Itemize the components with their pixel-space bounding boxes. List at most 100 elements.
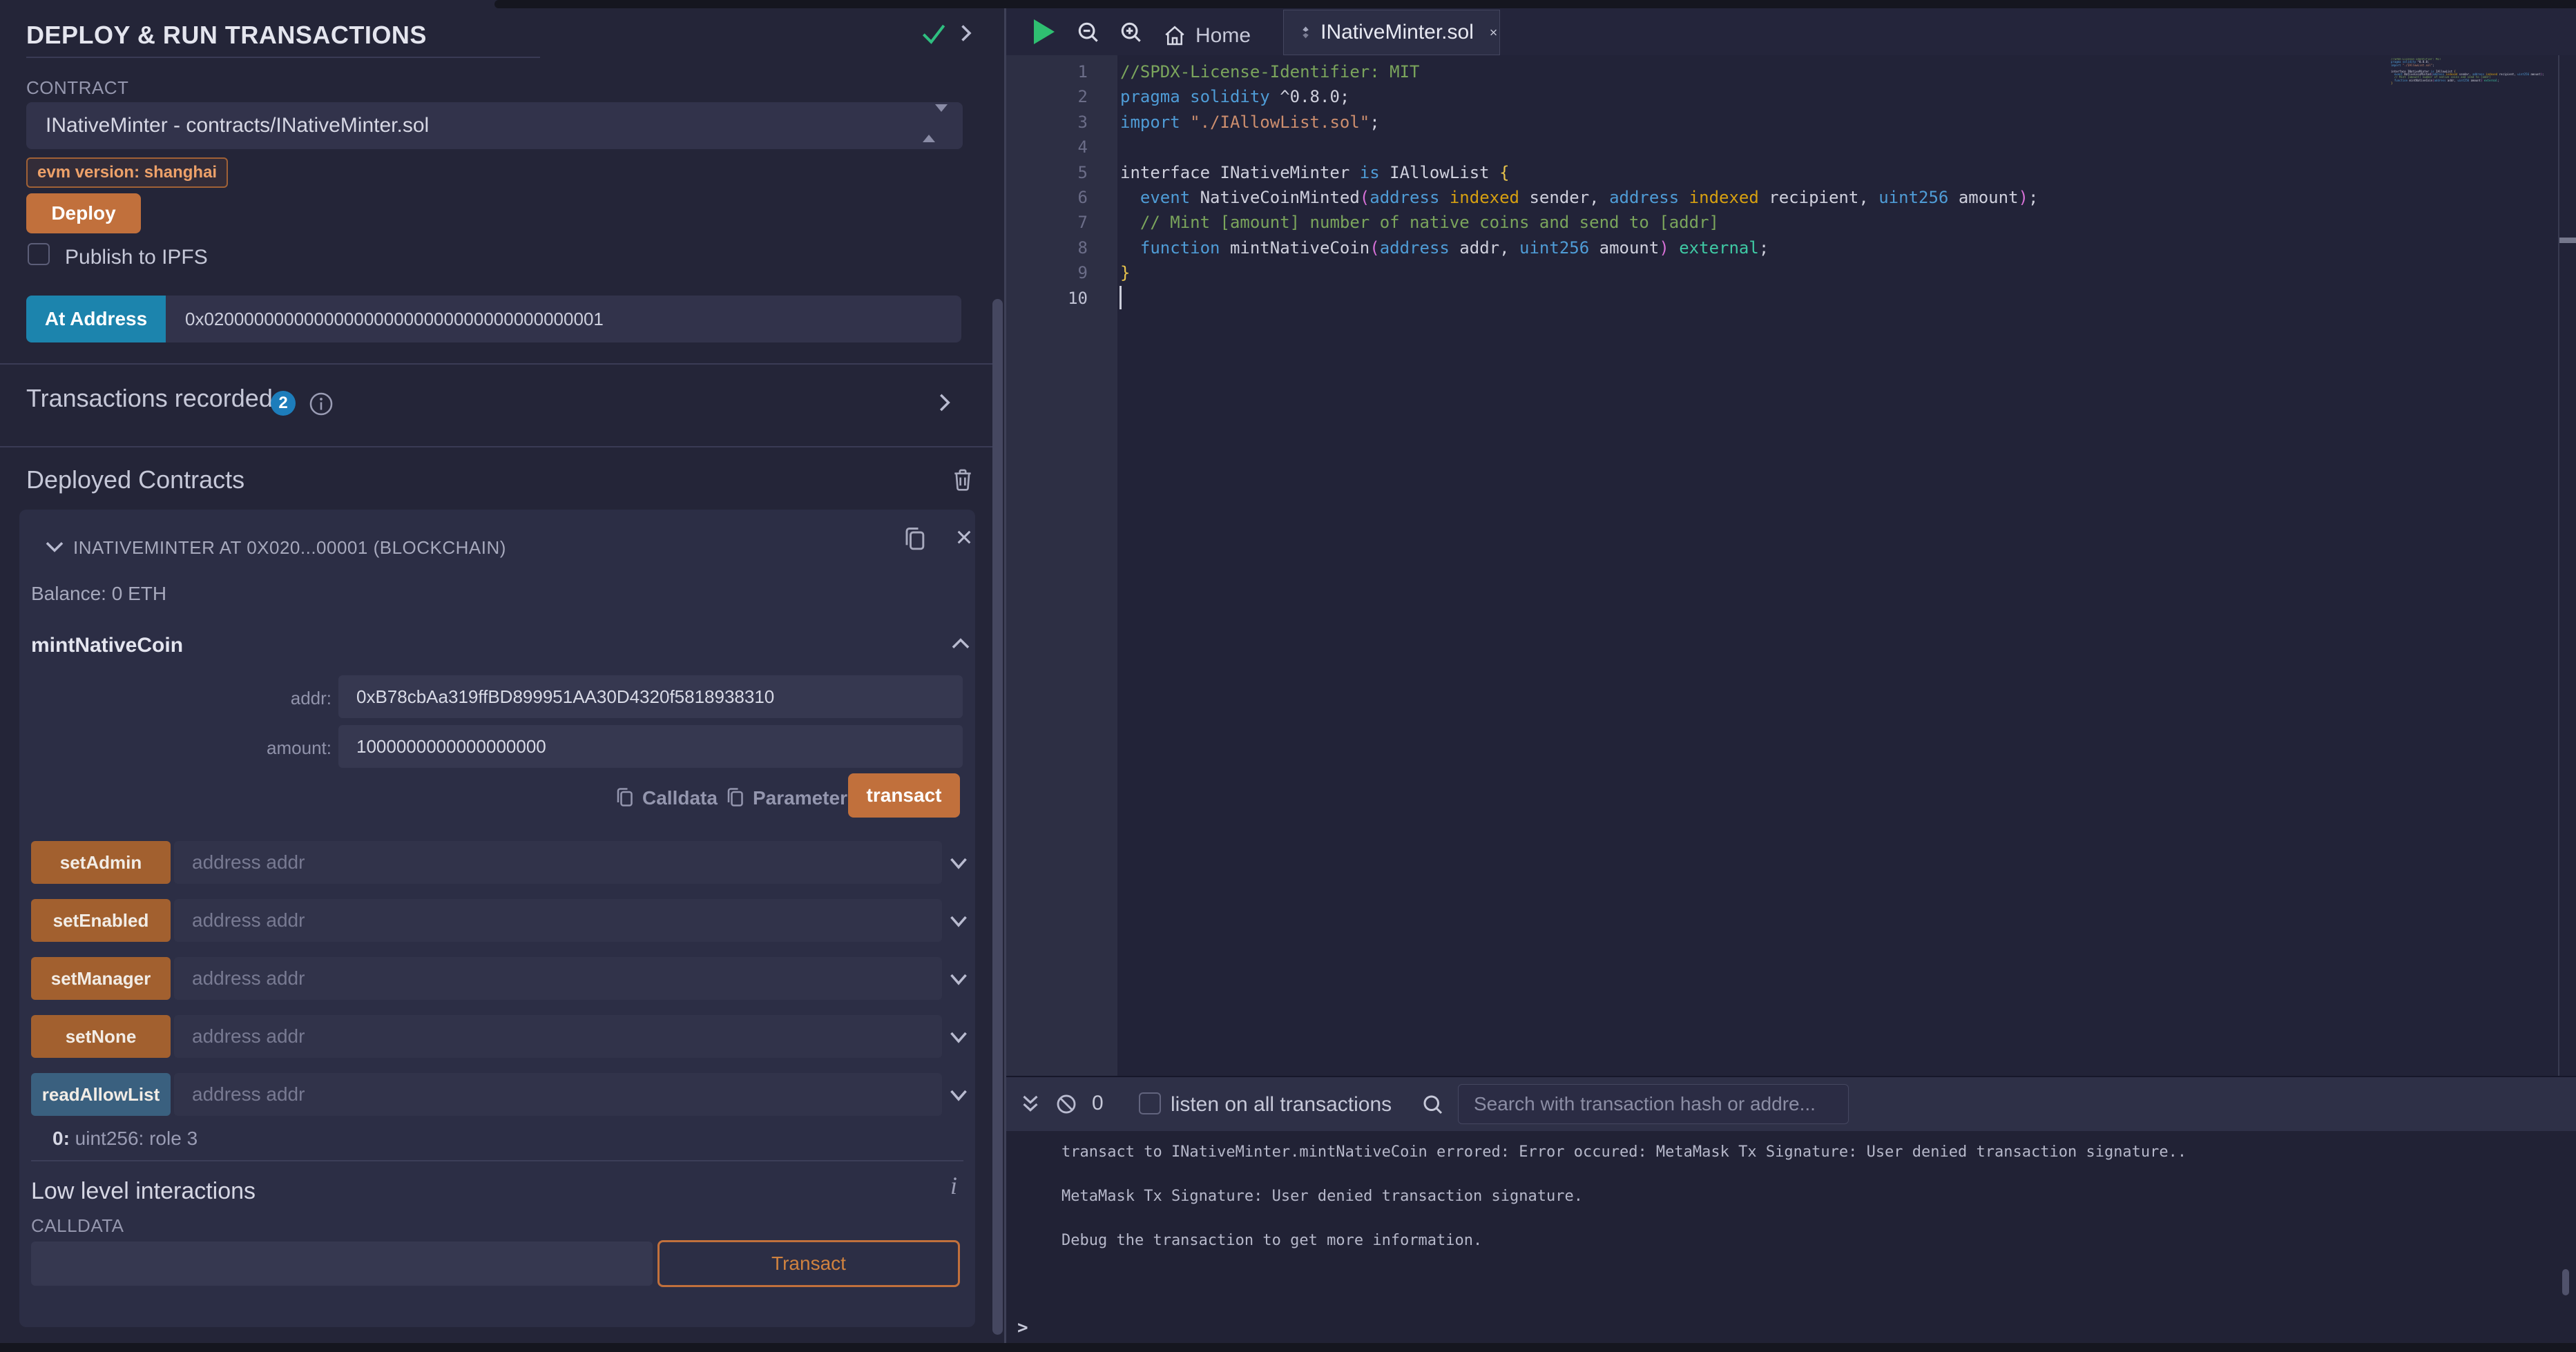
deployed-contracts-title: Deployed Contracts <box>26 465 244 494</box>
setadmin-input[interactable] <box>174 841 942 884</box>
terminal-collapse-icon[interactable] <box>1017 1091 1044 1117</box>
readallowlist-input[interactable] <box>174 1073 942 1116</box>
select-stepper-icon[interactable] <box>923 112 948 135</box>
terminal-prompt[interactable]: > <box>1017 1317 1028 1338</box>
readallowlist-expand-chevron-icon[interactable] <box>946 1083 971 1108</box>
compile-success-check-icon <box>919 18 949 48</box>
addr-arg-input[interactable] <box>338 675 963 718</box>
tab-home[interactable]: Home <box>1162 17 1251 55</box>
instance-balance: Balance: 0 ETH <box>31 583 166 605</box>
addr-arg-label: addr: <box>19 688 331 709</box>
divider <box>31 1160 963 1161</box>
search-icon <box>1421 1092 1445 1117</box>
code-lines[interactable]: //SPDX-License-Identifier: MITpragma sol… <box>1120 59 2038 311</box>
solidity-file-icon <box>1300 21 1311 44</box>
call-output: 0: uint256: role 3 <box>52 1128 198 1150</box>
readallowlist-button[interactable]: readAllowList <box>31 1073 171 1116</box>
calldata-label: CALLDATA <box>31 1215 124 1237</box>
line-numbers: 12345678910 <box>1006 59 1088 311</box>
remix-ide-window: DEPLOY & RUN TRANSACTIONS CONTRACT INati… <box>0 0 2576 1352</box>
evm-version-badge: evm version: shanghai <box>26 157 228 188</box>
deployed-instance-card: INATIVEMINTER AT 0X020...00001 (BLOCKCHA… <box>19 510 975 1327</box>
tab-home-label: Home <box>1195 24 1251 48</box>
call-output-value: uint256: role 3 <box>70 1128 198 1149</box>
setenabled-input[interactable] <box>174 899 942 942</box>
panel-scrollbar[interactable] <box>992 299 1003 1335</box>
instance-header[interactable]: INATIVEMINTER AT 0X020...00001 (BLOCKCHA… <box>73 537 506 559</box>
scrollbar-thumb[interactable] <box>2559 238 2576 243</box>
setmanager-expand-chevron-icon[interactable] <box>946 967 971 992</box>
publish-ipfs-checkbox[interactable] <box>28 243 50 265</box>
editor-body[interactable]: 12345678910 //SPDX-License-Identifier: M… <box>1006 55 2576 1076</box>
divider <box>0 446 997 447</box>
low-level-info-icon[interactable]: i <box>950 1171 957 1200</box>
setnone-input[interactable] <box>174 1015 942 1058</box>
contract-select[interactable]: INativeMinter - contracts/INativeMinter.… <box>26 102 963 149</box>
copy-parameters-icon[interactable] <box>722 786 747 811</box>
setnone-expand-chevron-icon[interactable] <box>946 1025 971 1050</box>
copy-calldata-icon[interactable] <box>612 786 637 811</box>
terminal-search-input[interactable] <box>1458 1084 1849 1124</box>
copy-calldata-label[interactable]: Calldata <box>642 787 718 809</box>
code-editor: Home INativeMinter.sol 12345678910 //SPD… <box>1006 8 2576 1076</box>
window-top-strip <box>494 0 2576 8</box>
at-address-input[interactable] <box>166 296 961 342</box>
setmanager-button[interactable]: setManager <box>31 957 171 1000</box>
panel-expand-chevron-icon[interactable] <box>953 21 978 46</box>
tab-file-label: INativeMinter.sol <box>1320 21 1474 44</box>
text-cursor <box>1119 286 1122 309</box>
minimap-content[interactable]: //SPDX-License-Identifier: MITpragma sol… <box>2391 58 2558 88</box>
terminal-log-line: MetaMask Tx Signature: User denied trans… <box>1061 1188 1583 1205</box>
window-bottom-strip <box>0 1343 2576 1352</box>
terminal: 0 listen on all transactions transact to… <box>1006 1076 2576 1343</box>
function-collapse-chevron-icon[interactable] <box>948 631 974 657</box>
page-title: DEPLOY & RUN TRANSACTIONS <box>26 21 427 50</box>
transactions-count-badge: 2 <box>271 391 296 416</box>
transactions-expand-chevron-icon[interactable] <box>931 389 957 416</box>
at-address-button[interactable]: At Address <box>26 296 166 342</box>
remove-instance-icon[interactable] <box>950 523 978 551</box>
pending-tx-count: 0 <box>1092 1090 1104 1117</box>
amount-arg-label: amount: <box>19 737 331 759</box>
low-level-title: Low level interactions <box>31 1178 256 1205</box>
info-icon[interactable] <box>308 391 334 417</box>
clear-console-ban-icon[interactable] <box>1055 1092 1078 1116</box>
setenabled-expand-chevron-icon[interactable] <box>946 909 971 934</box>
setadmin-button[interactable]: setAdmin <box>31 841 171 884</box>
deploy-button[interactable]: Deploy <box>26 193 141 233</box>
amount-arg-input[interactable] <box>338 725 963 768</box>
editor-tab-bar: Home INativeMinter.sol <box>1006 8 2576 55</box>
zoom-out-icon[interactable] <box>1075 19 1102 46</box>
tab-inativeminter[interactable]: INativeMinter.sol <box>1283 10 1500 55</box>
run-script-play-icon[interactable] <box>1034 19 1055 44</box>
listen-transactions-checkbox[interactable] <box>1139 1092 1161 1114</box>
terminal-toolbar: 0 listen on all transactions <box>1006 1077 2576 1131</box>
divider <box>0 363 997 365</box>
deploy-run-panel: DEPLOY & RUN TRANSACTIONS CONTRACT INati… <box>0 0 997 1352</box>
setnone-button[interactable]: setNone <box>31 1015 171 1058</box>
low-level-transact-button[interactable]: Transact <box>657 1240 960 1287</box>
setmanager-input[interactable] <box>174 957 942 1000</box>
contract-label: CONTRACT <box>26 77 128 99</box>
transactions-recorded-label: Transactions recorded <box>26 384 273 413</box>
copy-parameters-label[interactable]: Parameters <box>753 787 858 809</box>
setadmin-expand-chevron-icon[interactable] <box>946 851 971 876</box>
tab-close-icon[interactable] <box>1488 21 1499 44</box>
home-icon <box>1162 23 1187 48</box>
terminal-log-line: transact to INativeMinter.mintNativeCoin… <box>1061 1143 2186 1161</box>
zoom-in-icon[interactable] <box>1118 19 1144 46</box>
function-name: mintNativeCoin <box>31 634 183 657</box>
copy-address-icon[interactable] <box>899 525 930 555</box>
listen-transactions-label: listen on all transactions <box>1171 1091 1392 1119</box>
contract-select-value: INativeMinter - contracts/INativeMinter.… <box>46 114 429 137</box>
terminal-scrollbar-thumb[interactable] <box>2562 1269 2569 1295</box>
instance-collapse-chevron-icon[interactable] <box>41 533 68 559</box>
title-underline <box>26 57 540 58</box>
low-level-calldata-input[interactable] <box>31 1242 653 1286</box>
publish-ipfs-label: Publish to IPFS <box>65 246 208 269</box>
transact-button[interactable]: transact <box>848 773 960 818</box>
setenabled-button[interactable]: setEnabled <box>31 899 171 942</box>
call-output-index: 0: <box>52 1128 70 1149</box>
terminal-log-line: Debug the transaction to get more inform… <box>1061 1232 1482 1249</box>
clear-instances-trash-icon[interactable] <box>949 465 977 493</box>
